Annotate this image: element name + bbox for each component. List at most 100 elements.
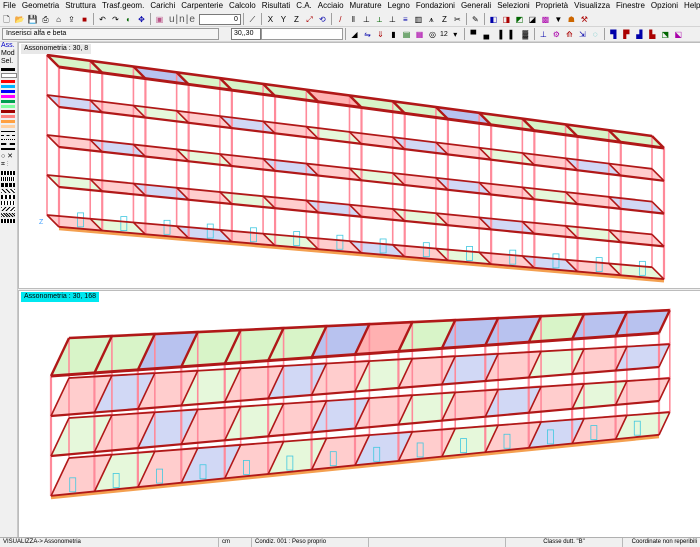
menu-item[interactable]: Calcolo (226, 0, 259, 12)
menu-item[interactable]: Carpenterie (178, 0, 226, 12)
pattern-2[interactable] (1, 177, 15, 181)
count-input[interactable]: 0 (198, 13, 241, 25)
menu-item[interactable]: Generali (458, 0, 494, 12)
layers-icon[interactable]: ▤ (401, 29, 412, 40)
color-swatch[interactable] (1, 120, 15, 123)
slab-icon[interactable]: ≡ (400, 14, 411, 25)
tool-d-icon[interactable]: ⇲ (577, 29, 588, 40)
undo-icon[interactable]: ↶ (97, 14, 108, 25)
person-icon[interactable]: ☗ (566, 14, 577, 25)
zoom-icon[interactable]: ◐ (123, 14, 134, 25)
layout-2-icon[interactable]: ▄ (481, 29, 492, 40)
menu-item[interactable]: Selezioni (494, 0, 532, 12)
section-6-icon[interactable]: ⬕ (673, 29, 684, 40)
menu-item[interactable]: Murature (347, 0, 385, 12)
view-side-icon[interactable]: ◨ (501, 14, 512, 25)
color-swatch[interactable] (1, 90, 15, 93)
tool-e-icon[interactable]: ◌ (590, 29, 601, 40)
section-4-icon[interactable]: ▙ (647, 29, 658, 40)
color-swatch[interactable] (1, 68, 15, 71)
line-style-dashdot[interactable] (1, 143, 15, 145)
menu-item[interactable]: File (0, 0, 19, 12)
export-icon[interactable]: ⇪ (66, 14, 77, 25)
line-style-dotted[interactable] (1, 139, 15, 140)
color-swatch[interactable] (1, 85, 15, 88)
layout-5-icon[interactable]: ▓ (520, 29, 531, 40)
support-icon[interactable]: ⊥ (387, 14, 398, 25)
pattern-1[interactable] (1, 171, 15, 175)
color-swatch[interactable] (1, 105, 15, 108)
y-axis-icon[interactable]: Y (278, 14, 289, 25)
color-fill-icon[interactable]: ▮ (388, 29, 399, 40)
section-5-icon[interactable]: ⬔ (660, 29, 671, 40)
symbol-option[interactable]: ○ ✕ (0, 153, 17, 161)
model-option[interactable]: Mod (0, 50, 17, 58)
color-swatch[interactable] (1, 100, 15, 103)
color-swatch[interactable] (1, 73, 17, 78)
structure-model-bottom[interactable] (19, 291, 700, 538)
view-top-icon[interactable]: ◩ (514, 14, 525, 25)
save-icon[interactable]: 💾 (27, 14, 38, 25)
ortho-views-label[interactable]: u|n|e (169, 14, 196, 25)
down-arrow-icon[interactable]: ⇓ (375, 29, 386, 40)
layout-4-icon[interactable]: ▌ (507, 29, 518, 40)
menu-item[interactable]: Legno (385, 0, 413, 12)
structure-model-top[interactable] (19, 43, 700, 288)
z-load-icon[interactable]: Z (439, 14, 450, 25)
beam-icon[interactable]: / (335, 14, 346, 25)
brace-icon[interactable]: ⟂ (374, 14, 385, 25)
menu-item[interactable]: Opzioni (648, 0, 681, 12)
view-iso-icon[interactable]: ◪ (527, 14, 538, 25)
line-tool-icon[interactable]: ⟋ (247, 14, 258, 25)
x-axis-icon[interactable]: X (265, 14, 276, 25)
color-swatch[interactable] (1, 110, 15, 113)
pattern-9[interactable] (1, 219, 15, 223)
pattern-5[interactable] (1, 195, 15, 199)
diagonal-icon[interactable]: ⤢ (304, 14, 315, 25)
stop-icon[interactable]: ■ (79, 14, 90, 25)
tool-c-icon[interactable]: ⟰ (564, 29, 575, 40)
line-style-solid[interactable] (1, 131, 15, 132)
section-2-icon[interactable]: ▛ (621, 29, 632, 40)
menu-item[interactable]: Struttura (62, 0, 99, 12)
layout-1-icon[interactable]: ▀ (468, 29, 479, 40)
command-input-extra[interactable] (261, 28, 343, 40)
structure-icon[interactable]: ⌂ (53, 14, 64, 25)
new-file-icon[interactable]: 🗋 (1, 14, 12, 25)
axonometric-view-top[interactable]: Assonometria : 30, 8 Z (18, 42, 700, 289)
menu-item[interactable]: Finestre (613, 0, 648, 12)
chevron-down-icon[interactable]: ▾ (450, 29, 461, 40)
section-1-icon[interactable]: ▜ (608, 29, 619, 40)
palette-icon[interactable]: ◎ (427, 29, 438, 40)
menu-item[interactable]: Carichi (147, 0, 178, 12)
menu-item[interactable]: Visualizza (571, 0, 613, 12)
render-icon[interactable]: ▣ (154, 14, 165, 25)
view-front-icon[interactable]: ◧ (488, 14, 499, 25)
pattern-4[interactable] (1, 189, 15, 193)
axonometric-view-bottom[interactable]: Assonometria : 30, 168 (18, 290, 700, 539)
pattern-6[interactable] (1, 201, 15, 205)
wall-icon[interactable]: ▥ (413, 14, 424, 25)
layout-3-icon[interactable]: ▐ (494, 29, 505, 40)
selection-option[interactable]: Sel. (0, 58, 17, 66)
tool-a-icon[interactable]: ⊥ (538, 29, 549, 40)
grid-option[interactable]: ⌗ ⋮ (0, 161, 17, 169)
edit-icon[interactable]: ✎ (470, 14, 481, 25)
color-swatch[interactable] (1, 95, 15, 98)
line-style-dashed[interactable] (1, 135, 15, 136)
fill-icon[interactable]: ◢ (349, 29, 360, 40)
mirror-icon[interactable]: ⇋ (362, 29, 373, 40)
menu-item[interactable]: Acciaio (315, 0, 347, 12)
color-swatch[interactable] (1, 80, 15, 83)
color-swatch[interactable] (1, 115, 15, 118)
node-icon[interactable]: ⊥ (361, 14, 372, 25)
menu-item[interactable]: Geometria (19, 0, 62, 12)
command-input[interactable]: 30,,30 (231, 28, 261, 40)
column-icon[interactable]: ‖ (348, 14, 359, 25)
z-axis-icon[interactable]: Z (291, 14, 302, 25)
menu-item[interactable]: C.A. (293, 0, 315, 12)
filter-icon[interactable]: ▼ (553, 14, 564, 25)
line-style-thick[interactable] (1, 148, 15, 150)
section-3-icon[interactable]: ▟ (634, 29, 645, 40)
menu-item[interactable]: Risultati (259, 0, 293, 12)
